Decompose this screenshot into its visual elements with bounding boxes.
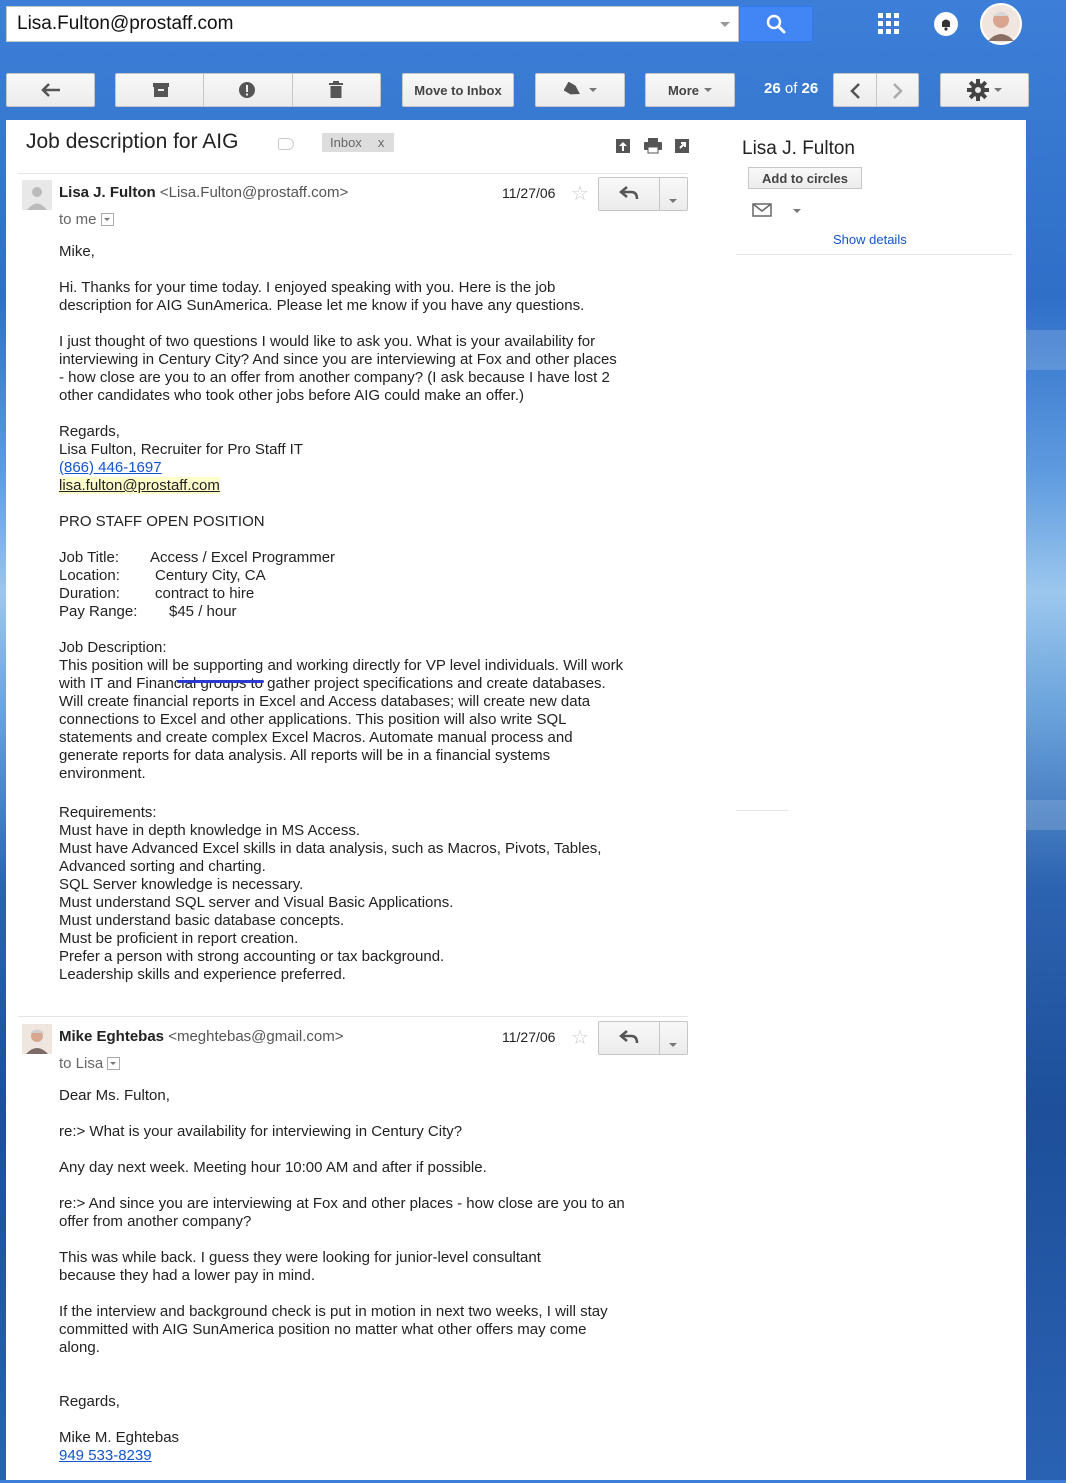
chevron-down-icon [994, 88, 1002, 92]
recipients-dropdown-icon[interactable] [100, 212, 114, 226]
more-label: More [667, 82, 700, 98]
recipients-line[interactable]: to me [59, 211, 114, 228]
reply-divider [659, 1022, 660, 1054]
count-total: 26 [801, 80, 819, 97]
message-body: Dear Ms. Fulton, re:> What is your avail… [59, 1087, 625, 1464]
prev-chevron-icon[interactable] [849, 83, 861, 102]
sender-line: Lisa J. Fulton <Lisa.Fulton@prostaff.com… [59, 184, 348, 201]
chevron-down-icon[interactable] [793, 209, 801, 213]
sender-name: Lisa J. Fulton [59, 184, 156, 201]
message-count: 26 of 26 [764, 80, 818, 97]
search-bar [6, 6, 739, 42]
toolbar-divider [292, 73, 293, 107]
move-to-inbox-label: Move to Inbox [414, 82, 502, 98]
sidebar-divider [736, 254, 1012, 255]
sender-avatar [22, 180, 52, 210]
phone-link[interactable]: (866) 446-1697 [59, 459, 162, 476]
search-options-caret[interactable] [720, 22, 730, 27]
inbox-label-chip: Inbox x [322, 133, 395, 152]
sender-email: <Lisa.Fulton@prostaff.com> [159, 184, 349, 201]
sender-avatar [22, 1024, 52, 1054]
count-range: 26 [764, 80, 781, 97]
count-of: of [784, 80, 798, 97]
delete-trash-icon[interactable] [328, 81, 344, 102]
account-avatar[interactable] [980, 3, 1022, 45]
reply-button-group [598, 177, 688, 211]
move-to-inbox-button[interactable]: Move to Inbox [402, 73, 514, 107]
gear-icon [967, 79, 989, 101]
reply-button-group [598, 1021, 688, 1055]
message-date: 11/27/06 [502, 1029, 556, 1045]
reply-icon[interactable] [619, 186, 639, 205]
action-button-group [115, 73, 381, 107]
contact-name: Lisa J. Fulton [742, 138, 855, 159]
remove-label-button[interactable]: x [378, 135, 385, 150]
recipients-dropdown-icon[interactable] [107, 1056, 121, 1070]
back-button[interactable] [6, 73, 95, 107]
reply-divider [659, 178, 660, 210]
label-tag-icon [563, 82, 580, 95]
reply-options-chevron-icon[interactable] [669, 1036, 677, 1054]
add-to-circles-label: Add to circles [762, 170, 848, 186]
conversation-panel: Job description for AIG Inbox x Lisa J. F… [6, 120, 1026, 1480]
toolbar-divider [876, 73, 877, 107]
notifications-bell-icon[interactable] [933, 11, 959, 37]
settings-button[interactable] [940, 73, 1029, 107]
sender-name: Mike Eghtebas [59, 1028, 165, 1045]
expand-all-icon[interactable] [615, 138, 631, 154]
search-button[interactable] [739, 6, 813, 42]
chevron-down-icon [588, 88, 597, 92]
new-window-icon[interactable] [674, 138, 690, 154]
next-chevron-icon[interactable] [892, 83, 904, 102]
recipients-text: to me [59, 211, 97, 228]
message-divider [18, 1016, 688, 1017]
report-spam-icon[interactable] [238, 81, 256, 102]
inbox-label-text: Inbox [330, 135, 362, 150]
sender-line: Mike Eghtebas <meghtebas@gmail.com> [59, 1028, 344, 1045]
recipients-text: to Lisa [59, 1055, 104, 1072]
more-button[interactable]: More [645, 73, 735, 107]
email-link[interactable]: lisa.fulton@prostaff.com [59, 477, 220, 494]
reply-icon[interactable] [619, 1030, 639, 1049]
chevron-down-icon [704, 88, 713, 92]
star-icon[interactable]: ☆ [571, 181, 589, 206]
sidebar-divider [736, 810, 788, 811]
toolbar-divider [203, 73, 204, 107]
message-body: Mike, Hi. Thanks for your time today. I … [59, 243, 624, 983]
thread-divider [18, 173, 688, 174]
apps-grid-icon[interactable] [878, 13, 900, 35]
back-arrow-icon [40, 83, 60, 97]
search-icon [766, 14, 786, 34]
sender-email: <meghtebas@gmail.com> [168, 1028, 344, 1045]
reply-options-chevron-icon[interactable] [669, 192, 677, 210]
thread-subject: Job description for AIG [26, 130, 239, 153]
pay-range-underline-annotation [177, 680, 264, 683]
show-details-link[interactable]: Show details [833, 232, 907, 247]
recipients-line[interactable]: to Lisa [59, 1055, 121, 1072]
star-icon[interactable]: ☆ [571, 1025, 589, 1050]
print-icon[interactable] [644, 138, 662, 154]
pay-range-value: $45 / hour [169, 603, 237, 620]
message-date: 11/27/06 [502, 185, 556, 201]
important-marker-icon[interactable] [278, 138, 294, 150]
labels-button[interactable] [535, 73, 625, 107]
add-to-circles-button[interactable]: Add to circles [748, 167, 862, 189]
email-envelope-icon[interactable] [752, 203, 772, 217]
archive-icon[interactable] [152, 82, 170, 101]
phone-link[interactable]: 949 533-8239 [59, 1447, 152, 1464]
search-input[interactable] [7, 7, 727, 41]
